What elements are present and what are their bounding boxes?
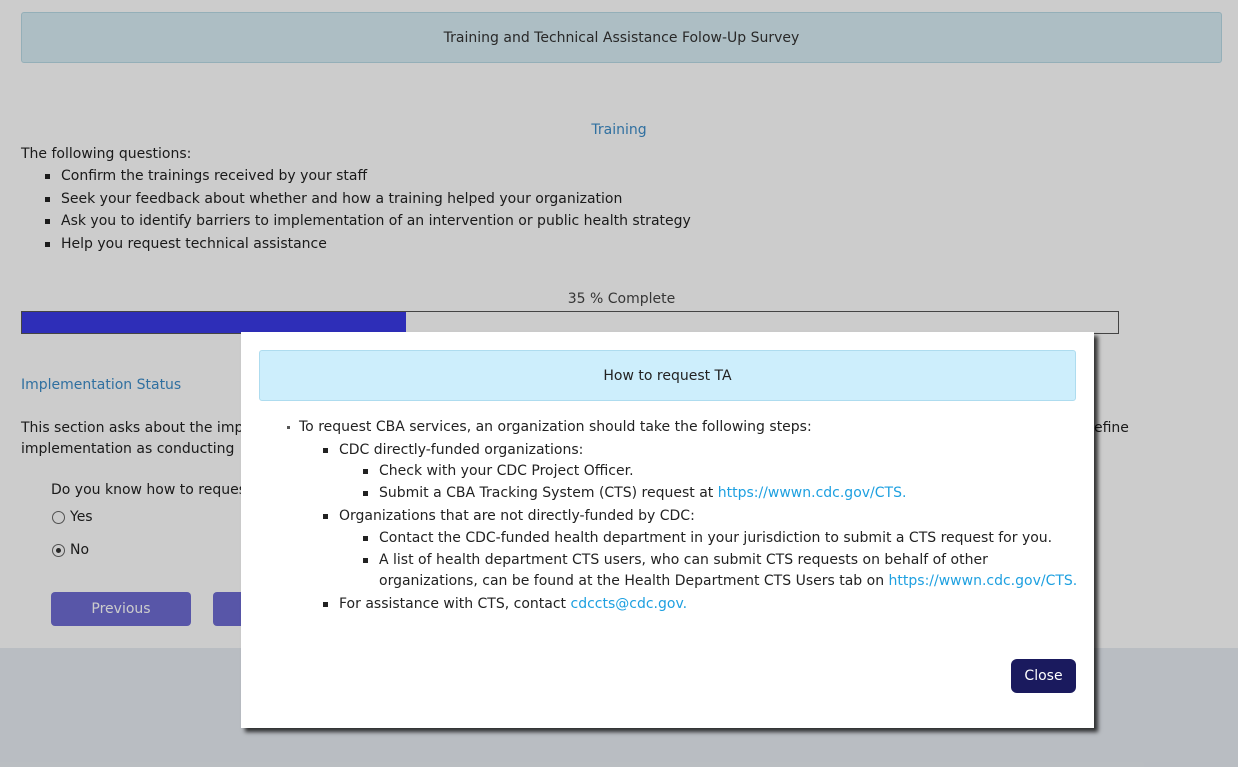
email-link[interactable]: cdccts@cdc.gov.: [571, 596, 688, 612]
group-indirect-title: Organizations that are not directly-fund…: [339, 508, 695, 524]
modal-header: How to request TA: [259, 350, 1076, 401]
steps-intro-text: To request CBA services, an organization…: [299, 419, 812, 435]
cts-request-text: Submit a CBA Tracking System (CTS) reque…: [379, 485, 718, 501]
group-direct-item: Submit a CBA Tracking System (CTS) reque…: [363, 483, 1087, 505]
steps-groups: CDC directly-funded organizations: Check…: [323, 439, 1087, 616]
group-indirect-item: A list of health department CTS users, w…: [363, 550, 1087, 593]
steps-list: To request CBA services, an organization…: [287, 416, 1087, 615]
group-direct-list: Check with your CDC Project Officer. Sub…: [363, 461, 1087, 505]
assistance-text: For assistance with CTS, contact: [339, 595, 571, 612]
group-direct: CDC directly-funded organizations: Check…: [323, 439, 1087, 506]
group-indirect: Organizations that are not directly-fund…: [323, 505, 1087, 593]
steps-intro: To request CBA services, an organization…: [287, 416, 1087, 615]
group-direct-item: Check with your CDC Project Officer.: [363, 461, 1087, 483]
modal-body: To request CBA services, an organization…: [287, 416, 1087, 615]
group-direct-title: CDC directly-funded organizations:: [339, 441, 584, 458]
cts-link-2[interactable]: https://wwwn.cdc.gov/CTS.: [889, 573, 1078, 589]
how-to-request-ta-modal: How to request TA To request CBA service…: [241, 332, 1094, 728]
modal-title: How to request TA: [603, 367, 732, 384]
group-indirect-list: Contact the CDC-funded health department…: [363, 528, 1087, 593]
close-button[interactable]: Close: [1011, 659, 1076, 693]
cts-link[interactable]: https://wwwn.cdc.gov/CTS.: [718, 485, 907, 501]
assistance-item: For assistance with CTS, contact cdccts@…: [323, 593, 1087, 616]
group-indirect-item: Contact the CDC-funded health department…: [363, 528, 1087, 550]
